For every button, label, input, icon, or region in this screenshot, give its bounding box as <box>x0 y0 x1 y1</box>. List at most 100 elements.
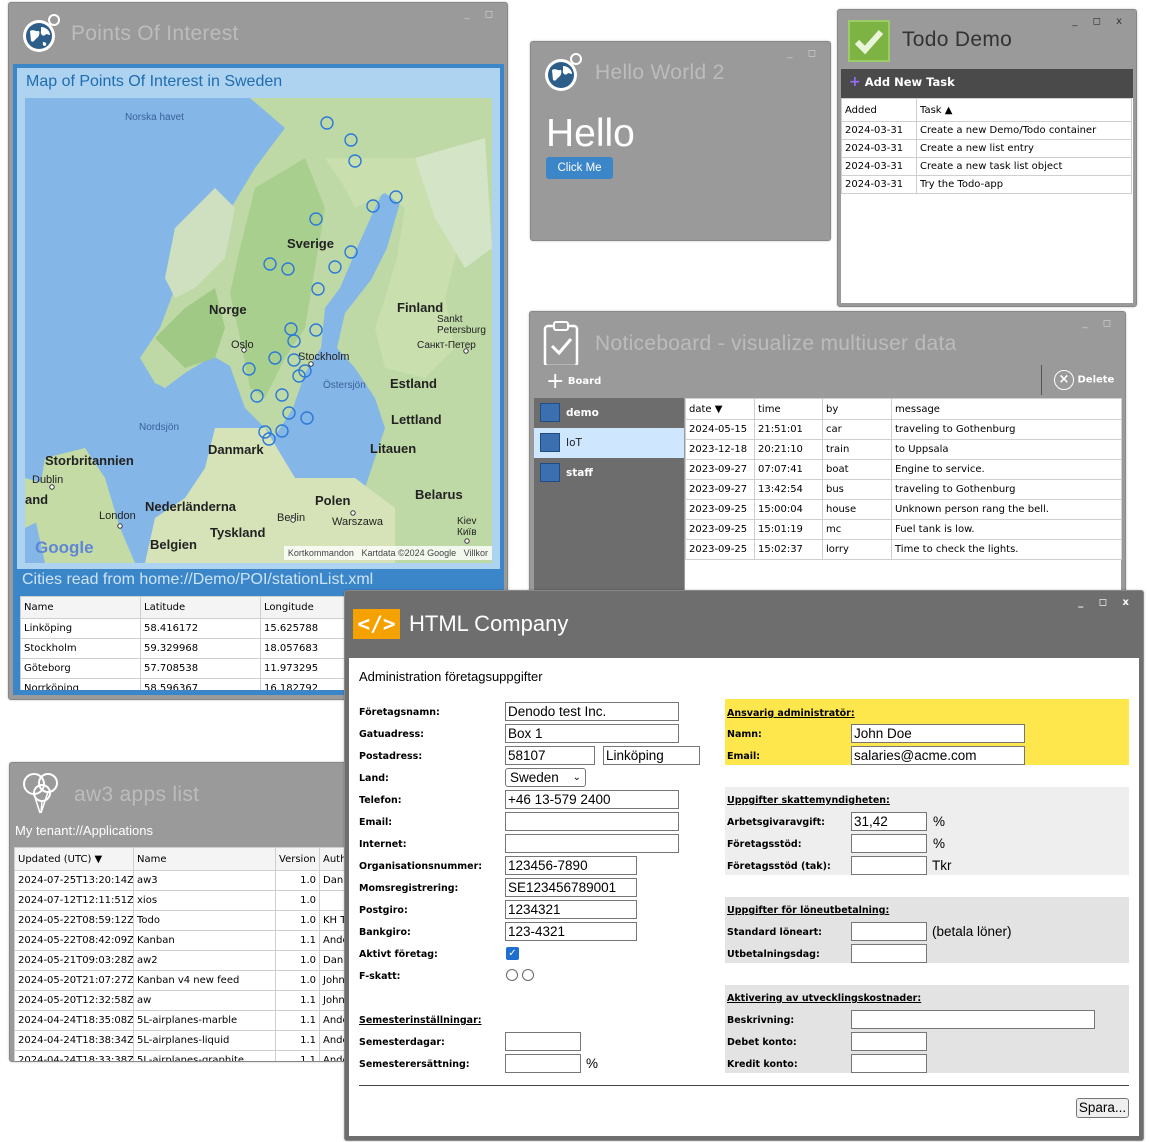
table-cell: 2024-05-21T09:03:28Z <box>14 950 134 971</box>
board-item[interactable]: staff <box>534 458 684 488</box>
zip-input[interactable]: 58107 <box>505 746 595 765</box>
poi-marker <box>258 425 272 439</box>
table-cell: Kanban <box>133 930 276 951</box>
active-checkbox[interactable]: ✓ <box>506 947 519 960</box>
table-row[interactable]: 2024-07-12T12:11:51Z xios 1.0 <box>14 890 348 911</box>
dev-desc-input[interactable] <box>851 1010 1095 1029</box>
noticeboard-window[interactable]: Noticeboard - visualize multiuser data _… <box>529 311 1126 631</box>
company-window[interactable]: </> HTML Company _ ◻ x Administration fö… <box>344 590 1144 1141</box>
table-row[interactable]: 2024-05-22T08:59:12Z Todo 1.0 KH T <box>14 910 348 931</box>
col-header-updated[interactable]: Updated (UTC) ▼ <box>14 847 134 871</box>
label-dev-credit: Kredit konto: <box>727 1059 798 1070</box>
table-cell: 2024-04-24T18:33:38Z <box>14 1050 134 1061</box>
table-row[interactable]: 2024-05-21T09:03:28Z aw2 1.0 Dani <box>14 950 348 971</box>
table-cell: Kanban v4 new feed <box>133 970 276 991</box>
table-row[interactable]: 2024-03-31 Create a new Demo/Todo contain… <box>841 121 1132 140</box>
poi-marker <box>287 334 301 348</box>
click-me-button[interactable]: Click Me <box>546 157 613 179</box>
table-row[interactable]: 2024-05-15 21:51:01 car traveling to Gothen… <box>685 419 1122 440</box>
table-cell: Unknown person rang the bell. <box>891 499 1122 520</box>
window-controls[interactable]: _ ◻ x <box>1072 16 1128 27</box>
window-controls[interactable]: _ ◻ <box>788 48 822 59</box>
table-row[interactable]: 2023-09-25 15:02:37 lorry Time to check the… <box>685 539 1122 560</box>
dev-credit-input[interactable] <box>851 1054 927 1073</box>
bankgiro-input[interactable]: 123-4321 <box>505 922 637 941</box>
table-cell: 2023-12-18 <box>685 439 755 460</box>
pay-day-input[interactable] <box>851 944 927 963</box>
table-cell: 5L-airplanes-liquid <box>133 1030 276 1051</box>
table-row[interactable]: 2023-09-27 07:07:41 boat Engine to service. <box>685 459 1122 480</box>
board-item[interactable]: demo <box>534 398 684 428</box>
hello-window[interactable]: Hello World 2 _ ◻ Hello Click Me <box>530 41 831 241</box>
vacdays-input[interactable] <box>505 1032 581 1051</box>
table-row[interactable]: 2024-03-31 Create a new task list object <box>841 157 1132 176</box>
internet-input[interactable] <box>505 834 679 853</box>
col-header-added[interactable]: Added <box>841 98 917 122</box>
map-footer: Kortkommandon Kartdata ©2024 Google Vill… <box>283 546 492 560</box>
orgnr-input[interactable]: 123456-7890 <box>505 856 637 875</box>
col-header-name[interactable]: Name <box>133 847 276 871</box>
col-header[interactable]: Latitude <box>140 596 261 619</box>
board-label: Board <box>567 376 602 387</box>
col-header-message[interactable]: message <box>891 398 1122 420</box>
fskatt-radio-yes[interactable] <box>506 969 518 981</box>
table-row[interactable]: 2023-09-27 13:42:54 bus traveling to Gothen… <box>685 479 1122 500</box>
table-cell: bus <box>822 479 892 500</box>
board-label: demo <box>566 407 599 419</box>
map-shortcuts-link[interactable]: Kortkommandon <box>288 548 354 558</box>
label-country: Land: <box>359 773 389 784</box>
vacpay-input[interactable] <box>505 1054 581 1073</box>
street-input[interactable]: Box 1 <box>505 724 679 743</box>
city-input[interactable]: Linköping <box>603 746 700 765</box>
save-button[interactable]: Spara... <box>1076 1098 1129 1118</box>
table-row[interactable]: 2023-12-18 20:21:10 train to Uppsala <box>685 439 1122 460</box>
window-controls[interactable]: _ ◻ x <box>1078 597 1135 608</box>
delete-button[interactable]: × Delete <box>1054 370 1114 390</box>
admin-email-input[interactable]: salaries@acme.com <box>851 746 1025 765</box>
poi-markers[interactable] <box>25 98 492 563</box>
table-row[interactable]: 2024-05-22T08:42:09Z Kanban 1.1 Ande <box>14 930 348 951</box>
todo-window[interactable]: Todo Demo _ ◻ x + Add New Task Added Tas… <box>837 9 1137 307</box>
table-row[interactable]: 2024-07-25T13:20:14Z aw3 1.0 Dani <box>14 870 348 891</box>
col-header-task[interactable]: Task ▲ <box>916 98 1132 122</box>
tax-cap-input[interactable] <box>851 856 927 875</box>
postgiro-input[interactable]: 1234321 <box>505 900 637 919</box>
company-name-input[interactable]: Denodo test Inc. <box>505 702 679 721</box>
add-board-button[interactable]: + Board <box>546 369 601 394</box>
table-row[interactable]: 2023-09-25 15:00:04 house Unknown person ra… <box>685 499 1122 520</box>
table-row[interactable]: 2024-03-31 Create a new list entry <box>841 139 1132 158</box>
table-row[interactable]: 2024-04-24T18:35:08Z 5L-airplanes-marble 1… <box>14 1010 348 1031</box>
table-row[interactable]: 2024-05-20T12:32:58Z aw 1.1 John <box>14 990 348 1011</box>
fskatt-radio-no[interactable] <box>522 969 534 981</box>
col-header-time[interactable]: time <box>754 398 823 420</box>
table-row[interactable]: 2024-04-24T18:33:38Z 5L-airplanes-graphit… <box>14 1050 348 1061</box>
tax-cap-unit: Tkr <box>932 858 952 873</box>
board-item[interactable]: IoT <box>534 428 684 458</box>
admin-name-input[interactable]: John Doe <box>851 724 1025 743</box>
table-cell: 2023-09-27 <box>685 479 755 500</box>
phone-input[interactable]: +46 13-579 2400 <box>505 790 679 809</box>
table-row[interactable]: 2024-04-24T18:38:34Z 5L-airplanes-liquid 1… <box>14 1030 348 1051</box>
pay-type-input[interactable] <box>851 922 927 941</box>
add-task-button[interactable]: + Add New Task <box>849 74 955 90</box>
tax-fee-input[interactable]: 31,42 <box>851 812 927 831</box>
apps-window[interactable]: aw3 apps list My tenant://Applications U… <box>9 762 349 1062</box>
window-controls[interactable]: _ ◻ <box>465 9 499 20</box>
col-header[interactable]: Name <box>20 596 141 619</box>
email-input[interactable] <box>505 812 679 831</box>
table-row[interactable]: 2023-09-25 15:01:19 mc Fuel tank is low. <box>685 519 1122 540</box>
dev-debit-input[interactable] <box>851 1032 927 1051</box>
vat-input[interactable]: SE123456789001 <box>505 878 637 897</box>
col-header-version[interactable]: Version <box>275 847 320 871</box>
window-controls[interactable]: _ ◻ <box>1083 318 1117 329</box>
table-row[interactable]: 2024-05-20T21:07:27Z Kanban v4 new feed 1.… <box>14 970 348 991</box>
tax-support-input[interactable] <box>851 834 927 853</box>
col-header-by[interactable]: by <box>822 398 892 420</box>
col-header-date[interactable]: date ▼ <box>685 398 755 420</box>
notice-table: date ▼ time by message 2024-05-15 21:51:0… <box>685 398 1122 560</box>
table-row[interactable]: 2024-03-31 Try the Todo-app <box>841 175 1132 194</box>
map[interactable]: Norska havet Sverige Norge Finland Sankt… <box>25 98 492 563</box>
map-terms-link[interactable]: Villkor <box>464 548 488 558</box>
company-form: Administration företagsuppgifter Företag… <box>349 658 1139 1136</box>
country-select[interactable]: Sweden ⌄ <box>505 768 586 787</box>
